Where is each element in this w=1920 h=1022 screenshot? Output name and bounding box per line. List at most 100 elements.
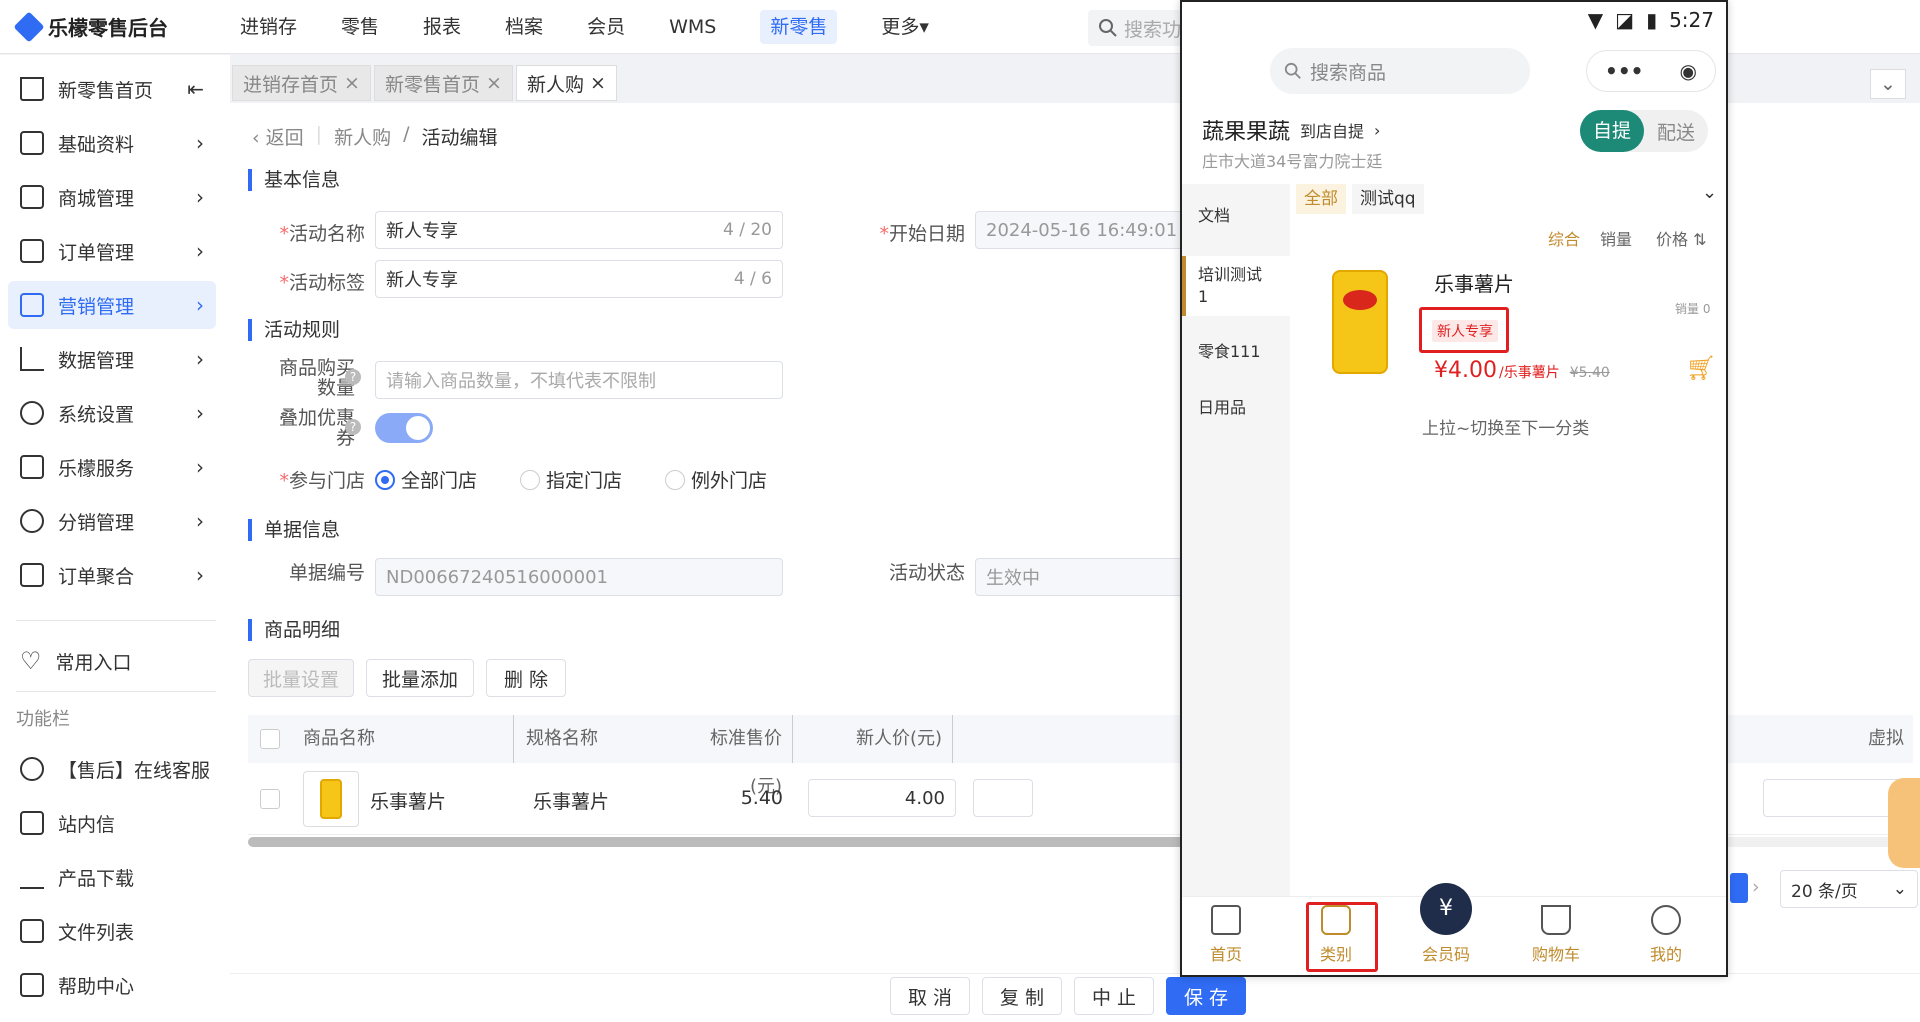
mode-delivery[interactable]: 配送 — [1644, 118, 1708, 145]
chevron-right-icon: › — [196, 401, 204, 425]
store-header[interactable]: 蔬果果蔬 到店自提 › — [1202, 114, 1380, 146]
section-activity-rules: 活动规则 — [248, 319, 340, 341]
tabs-dropdown-icon[interactable]: ⌄ — [1870, 69, 1906, 99]
more-icon[interactable]: ••• — [1605, 59, 1643, 83]
product-image[interactable] — [1332, 270, 1388, 374]
mascot-icon[interactable] — [1888, 778, 1920, 868]
app-logo[interactable]: 乐檬零售后台 — [13, 10, 168, 43]
nav-item-more[interactable]: 更多▾ — [859, 0, 951, 54]
nav-item-wms[interactable]: WMS — [647, 0, 738, 54]
store-option-all[interactable]: 全部门店 — [375, 466, 477, 493]
select-all-checkbox[interactable] — [260, 729, 280, 749]
main-nav: 进销存 零售 报表 档案 会员 WMS 新零售 更多▾ — [218, 0, 951, 54]
collapse-icon[interactable]: ⇤ — [187, 77, 204, 101]
sidebar-item-mall[interactable]: 商城管理 › — [8, 173, 216, 221]
sidebar-item-distribution[interactable]: 分销管理 › — [8, 497, 216, 545]
sidebar-item-data[interactable]: 数据管理 › — [8, 335, 216, 383]
sidebar-item-basic-data[interactable]: 基础资料 › — [8, 119, 216, 167]
close-target-icon[interactable]: ◉ — [1680, 59, 1697, 83]
chevron-down-icon[interactable]: ⌄ — [1702, 182, 1717, 203]
column-new-user-price: 新人价(元) — [853, 715, 953, 763]
mode-pickup[interactable]: 自提 — [1580, 110, 1644, 152]
new-user-tag: 新人专享 — [1432, 320, 1498, 342]
store-option-specified[interactable]: 指定门店 — [520, 466, 622, 493]
batch-settings-button[interactable]: 批量设置 — [248, 659, 354, 697]
sidebar-item-downloads[interactable]: 产品下载 — [8, 853, 216, 901]
delete-button[interactable]: 删 除 — [486, 659, 566, 697]
nav-item-members[interactable]: 会员 — [565, 0, 647, 54]
sidebar-item-online-support[interactable]: 【售后】在线客服 — [8, 745, 216, 793]
purchase-qty-input[interactable]: 请输入商品数量，不填代表不限制 — [375, 361, 783, 399]
breadcrumb-parent[interactable]: 新人购 — [334, 123, 391, 150]
sidebar-item-marketing[interactable]: 营销管理 › — [8, 281, 216, 329]
category-item[interactable]: 日用品 — [1182, 388, 1290, 428]
start-date-input[interactable]: 2024-05-16 16:49:01 — [975, 211, 1195, 249]
section-goods: 商品明细 — [248, 619, 340, 641]
chevron-right-icon: › — [1374, 120, 1381, 140]
category-item-active[interactable]: 培训测试 1 — [1182, 256, 1290, 316]
sidebar-item-files[interactable]: 文件列表 — [8, 907, 216, 955]
tab-new-user-purchase[interactable]: 新人购 × — [516, 65, 617, 101]
batch-add-button[interactable]: 批量添加 — [366, 659, 474, 697]
stores-label: *参与门店 — [279, 470, 365, 492]
help-icon[interactable]: ? — [345, 369, 361, 385]
nav-item-new-retail[interactable]: 新零售 — [738, 0, 859, 54]
new-user-price-input[interactable]: 4.00 — [808, 779, 956, 817]
tab-cart[interactable]: 购物车 — [1516, 905, 1596, 965]
copy-button[interactable]: 复 制 — [982, 977, 1062, 1015]
store-name: 蔬果果蔬 — [1202, 120, 1291, 145]
chip-all[interactable]: 全部 — [1296, 184, 1346, 214]
global-search-input[interactable]: 搜索功 — [1088, 10, 1183, 46]
chevron-right-icon: › — [196, 185, 204, 209]
sort-price[interactable]: 价格 ⇅ — [1656, 226, 1707, 250]
sidebar-item-services[interactable]: 乐檬服务 › — [8, 443, 216, 491]
activity-tag-input[interactable]: 新人专享 4 / 6 — [375, 260, 783, 298]
sidebar-item-messages[interactable]: 站内信 — [8, 799, 216, 847]
nav-item-inventory[interactable]: 进销存 — [218, 0, 319, 54]
tab-profile[interactable]: 我的 — [1626, 905, 1706, 965]
save-button[interactable]: 保 存 — [1166, 977, 1246, 1015]
category-item[interactable]: 零食111 — [1182, 332, 1290, 372]
activity-name-label: *活动名称 — [279, 223, 365, 245]
doc-no-input[interactable]: ND00667240516000001 — [375, 558, 783, 596]
product-search-input[interactable]: 搜索商品 — [1270, 48, 1530, 94]
sidebar-item-orders[interactable]: 订单管理 › — [8, 227, 216, 275]
sidebar-item-settings[interactable]: 系统设置 › — [8, 389, 216, 437]
category-item[interactable]: 文档 — [1182, 196, 1290, 236]
tab-home[interactable]: 首页 — [1186, 905, 1266, 965]
activity-name-input[interactable]: 新人专享 4 / 20 — [375, 211, 783, 249]
headset-icon — [20, 757, 44, 781]
sidebar-item-help[interactable]: 帮助中心 — [8, 961, 216, 1009]
no-signal-icon: ◪ — [1615, 8, 1635, 32]
stop-button[interactable]: 中 止 — [1074, 977, 1154, 1015]
tab-new-retail-home[interactable]: 新零售首页 × — [374, 65, 513, 101]
sidebar-item-order-aggregation[interactable]: 订单聚合 › — [8, 551, 216, 599]
tab-member-code[interactable]: ¥ 会员码 — [1406, 883, 1486, 965]
sort-default[interactable]: 综合 — [1548, 226, 1580, 250]
back-link[interactable]: ‹ 返回 — [252, 123, 304, 150]
section-doc-info: 单据信息 — [248, 519, 340, 541]
close-icon[interactable]: × — [344, 72, 360, 94]
sidebar-divider — [16, 691, 216, 692]
row-extra-input[interactable] — [973, 779, 1033, 817]
sidebar-common-entry[interactable]: ♡ 常用入口 — [8, 637, 216, 685]
add-to-cart-icon[interactable]: 🛒︎ — [1686, 354, 1716, 382]
status-input[interactable]: 生效中 — [975, 558, 1195, 596]
sidebar-item-new-retail-home[interactable]: 新零售首页 ⇤ — [8, 65, 216, 113]
page-current-button[interactable] — [1730, 873, 1748, 903]
close-icon[interactable]: × — [486, 72, 502, 94]
page-size-select[interactable]: 20 条/页 ⌄ — [1780, 870, 1918, 908]
close-icon[interactable]: × — [590, 72, 606, 94]
sort-sales[interactable]: 销量 — [1600, 226, 1632, 250]
next-page-icon[interactable]: › — [1752, 876, 1760, 898]
chip-test[interactable]: 测试qq — [1352, 184, 1424, 214]
tab-inventory-home[interactable]: 进销存首页 × — [232, 65, 371, 101]
nav-item-reports[interactable]: 报表 — [401, 0, 483, 54]
help-icon[interactable]: ? — [345, 419, 361, 435]
cancel-button[interactable]: 取 消 — [890, 977, 970, 1015]
store-option-excluded[interactable]: 例外门店 — [665, 466, 767, 493]
row-checkbox[interactable] — [260, 789, 280, 809]
stack-coupon-toggle[interactable] — [375, 413, 433, 443]
nav-item-archives[interactable]: 档案 — [483, 0, 565, 54]
nav-item-retail[interactable]: 零售 — [319, 0, 401, 54]
